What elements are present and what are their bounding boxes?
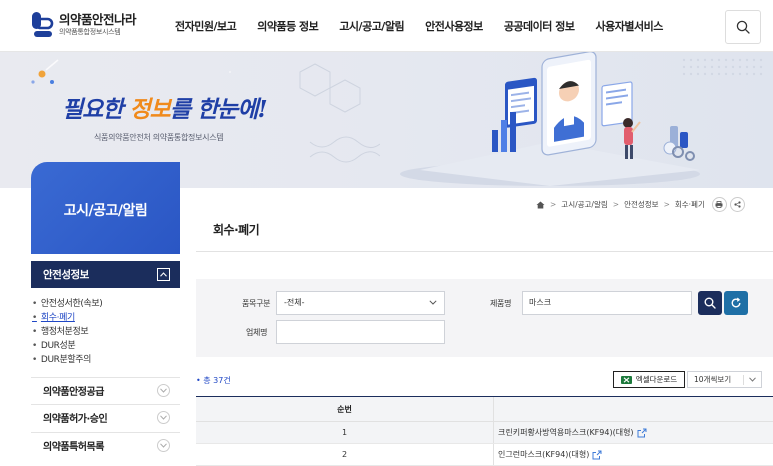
sidebar-menu-label: 의약품안정공급 xyxy=(43,386,104,398)
sidebar-item-admin-disposition[interactable]: 행정처분정보 xyxy=(32,325,102,339)
sidebar-menu-patent[interactable]: 의약품특허목록 xyxy=(31,432,180,457)
sidebar-item-dur-split[interactable]: DUR분할주의 xyxy=(32,353,102,367)
chevron-up-icon xyxy=(160,272,167,277)
company-name-label: 업체명 xyxy=(246,328,268,337)
recall-table: 순번 1 크린키퍼황사방역용마스크(KF94)(대형) 2 인그런마스크(KF9… xyxy=(196,396,773,466)
logo-subtitle: 의약품통합정보시스템 xyxy=(59,27,121,36)
row-number: 1 xyxy=(196,422,494,443)
chevron-down-icon xyxy=(429,300,437,305)
excel-icon xyxy=(620,375,632,384)
external-link-icon[interactable] xyxy=(637,428,647,438)
search-panel: 품목구분 -전체- 제품명 마스크 업체명 xyxy=(196,279,773,357)
company-name-input[interactable] xyxy=(276,320,445,344)
product-name-link[interactable]: 인그런마스크(KF94)(대형) xyxy=(498,449,589,460)
sidebar-title-block: 고시/공고/알림 xyxy=(31,162,180,254)
row-number: 2 xyxy=(196,444,494,465)
sidebar-item-dur-ingredient[interactable]: DUR성분 xyxy=(32,339,102,353)
chevron-down-icon xyxy=(749,377,756,382)
nav-item-drug-info[interactable]: 의약품등 정보 xyxy=(257,18,319,34)
sidebar-title: 고시/공고/알림 xyxy=(63,203,148,219)
share-button[interactable] xyxy=(729,197,745,212)
sidebar-section-safety-info[interactable]: 안전성정보 xyxy=(31,261,180,288)
page-size-value: 10개씩보기 xyxy=(694,375,732,384)
chevron-down-icon xyxy=(157,383,170,397)
page-title: 회수·폐기 xyxy=(213,223,260,237)
banner-illustration xyxy=(400,52,763,186)
nav-item-notice[interactable]: 고시/공고/알림 xyxy=(339,18,404,34)
share-icon xyxy=(734,201,741,208)
category-label: 품목구분 xyxy=(242,299,271,308)
global-search-button[interactable] xyxy=(725,10,761,44)
category-select-value: -전체- xyxy=(284,298,305,307)
result-count: • 총 37건 xyxy=(196,376,231,385)
title-divider xyxy=(196,251,773,252)
product-name-link[interactable]: 크린키퍼황사방역용마스크(KF94)(대형) xyxy=(498,427,634,438)
sidebar-menu-label: 의약품특허목록 xyxy=(43,441,104,453)
product-name-label: 제품명 xyxy=(490,299,512,308)
sidebar-section-label: 안전성정보 xyxy=(43,269,89,281)
site-header: 의약품안전나라 의약품통합정보시스템 전자민원/보고 의약품등 정보 고시/공고… xyxy=(0,0,773,52)
nav-item-public-data[interactable]: 공공데이터 정보 xyxy=(504,18,575,34)
breadcrumb: > 고시/공고/알림 > 안전성정보 > 회수·폐기 xyxy=(536,197,745,212)
home-icon[interactable] xyxy=(536,201,545,209)
breadcrumb-current: 회수·폐기 xyxy=(674,200,705,209)
sidebar-menu-label: 의약품허가·승인 xyxy=(43,413,108,425)
product-name-input[interactable]: 마스크 xyxy=(522,291,692,315)
collapse-toggle[interactable] xyxy=(157,268,170,281)
column-header-no: 순번 xyxy=(196,397,494,421)
column-header-name xyxy=(494,397,773,421)
banner-subtitle: 식품의약품안전처 의약품통합정보시스템 xyxy=(94,133,224,142)
main-nav: 전자민원/보고 의약품등 정보 고시/공고/알림 안전사용정보 공공데이터 정보… xyxy=(175,18,684,34)
breadcrumb-item[interactable]: 고시/공고/알림 xyxy=(561,199,607,210)
reset-button[interactable] xyxy=(724,291,748,315)
sidebar-menu-approval[interactable]: 의약품허가·승인 xyxy=(31,404,180,429)
print-icon xyxy=(715,201,723,208)
sidebar-sub-list: 안전성서한(속보) 회수·폐기 행정처분정보 DUR성분 DUR분할주의 xyxy=(32,297,103,367)
refresh-icon xyxy=(731,297,741,308)
nav-item-e-civil[interactable]: 전자민원/보고 xyxy=(175,18,237,34)
banner-slogan: 필요한 정보를 한눈에! xyxy=(62,96,268,123)
sidebar-item-safety-letter[interactable]: 안전성서한(속보) xyxy=(32,297,103,311)
table-row[interactable]: 2 인그런마스크(KF94)(대형) xyxy=(196,444,773,466)
search-submit-button[interactable] xyxy=(698,291,722,315)
search-icon xyxy=(736,20,750,34)
nav-item-safe-use[interactable]: 안전사용정보 xyxy=(425,18,483,34)
row-product-name[interactable]: 인그런마스크(KF94)(대형) xyxy=(494,444,773,465)
category-select[interactable]: -전체- xyxy=(276,291,445,315)
chevron-down-icon xyxy=(157,410,170,424)
table-header: 순번 xyxy=(196,397,773,422)
excel-download-button[interactable]: 엑셀다운로드 xyxy=(613,371,685,388)
print-button[interactable] xyxy=(711,197,727,212)
page-size-select[interactable]: 10개씩보기 xyxy=(687,371,762,388)
logo-title: 의약품안전나라 xyxy=(59,12,137,28)
chevron-down-icon xyxy=(157,438,170,452)
excel-download-label: 엑셀다운로드 xyxy=(635,375,678,384)
sidebar-menu-supply[interactable]: 의약품안정공급 xyxy=(31,377,180,402)
logo-mark-icon xyxy=(31,11,55,39)
site-logo[interactable]: 의약품안전나라 의약품통합정보시스템 xyxy=(31,11,137,39)
search-icon xyxy=(704,297,716,309)
sidebar-item-recall[interactable]: 회수·폐기 xyxy=(32,311,102,325)
breadcrumb-item[interactable]: 안전성정보 xyxy=(624,199,659,210)
row-product-name[interactable]: 크린키퍼황사방역용마스크(KF94)(대형) xyxy=(494,422,773,443)
table-row[interactable]: 1 크린키퍼황사방역용마스크(KF94)(대형) xyxy=(196,422,773,444)
external-link-icon[interactable] xyxy=(592,450,602,460)
nav-item-user-service[interactable]: 사용자별서비스 xyxy=(595,18,663,34)
